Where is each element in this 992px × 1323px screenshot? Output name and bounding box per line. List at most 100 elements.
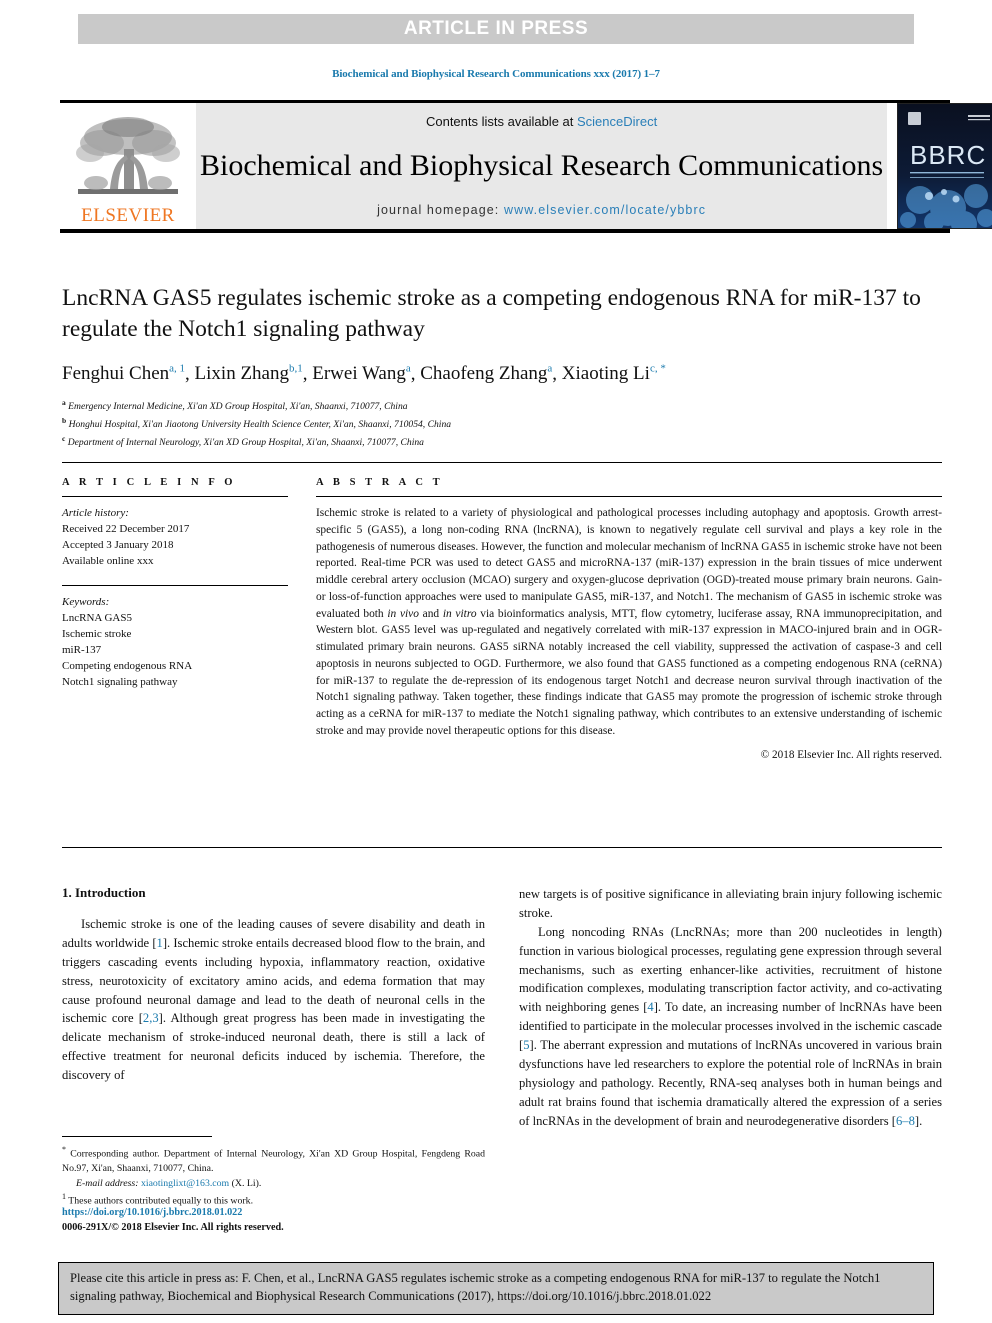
article-info-column: A R T I C L E I N F O Article history: R…: [62, 477, 308, 761]
author-entry: Lixin Zhangb,1: [195, 363, 303, 384]
keyword-item: Notch1 signaling pathway: [62, 676, 178, 689]
journal-cover-thumbnail: BBRC: [897, 103, 992, 229]
affiliation-text: Emergency Internal Medicine, Xi'an XD Gr…: [68, 401, 408, 413]
title-block: LncRNA GAS5 regulates ischemic stroke as…: [62, 283, 942, 450]
elsevier-tree-icon: [76, 117, 180, 194]
author-entry: Chaofeng Zhanga: [420, 363, 552, 384]
intro-right-text-d: ].: [914, 1113, 923, 1128]
author-marks: a: [405, 363, 411, 376]
author-marks: c, *: [649, 363, 666, 376]
body-separator-rule: [62, 847, 942, 848]
contents-lists-line: Contents lists available at ScienceDirec…: [426, 114, 657, 129]
author-marks: b,1: [288, 363, 303, 376]
keywords-label: Keywords:: [62, 596, 110, 609]
body-columns: 1. Introduction Ischemic stroke is one o…: [62, 885, 942, 1131]
elsevier-wordmark: ELSEVIER: [81, 205, 175, 226]
issn-copyright-line: 0006-291X/© 2018 Elsevier Inc. All right…: [62, 1222, 284, 1234]
affiliation-list: a Emergency Internal Medicine, Xi'an XD …: [62, 397, 942, 450]
abstract-part-1: Ischemic stroke is related to a variety …: [316, 507, 942, 620]
intro-paragraph-left: Ischemic stroke is one of the leading ca…: [62, 915, 485, 1085]
article-in-press-banner: ARTICLE IN PRESS: [78, 14, 914, 44]
intro-right-text-c: ]. The aberrant expression and mutations…: [519, 1038, 942, 1128]
footnote-corresponding-text: Corresponding author. Department of Inte…: [62, 1148, 485, 1174]
article-in-press-label: ARTICLE IN PRESS: [403, 18, 589, 39]
email-address-label: E-mail address:: [76, 1177, 139, 1189]
author-name: Xiaoting Li: [561, 363, 650, 385]
keyword-item: LncRNA GAS5: [62, 612, 132, 625]
doi-block: https://doi.org/10.1016/j.bbrc.2018.01.0…: [62, 1205, 502, 1236]
abstract-italic-in-vivo: in vivo: [387, 607, 419, 620]
abstract-rule: [316, 496, 942, 497]
author-entry: Fenghui Chena, 1: [62, 363, 185, 384]
author-name: Chaofeng Zhang: [420, 363, 548, 385]
abstract-label: A B S T R A C T: [316, 477, 444, 488]
sciencedirect-link[interactable]: ScienceDirect: [577, 114, 657, 129]
bbrc-cover-art: BBRC: [898, 104, 992, 228]
affiliation-text: Department of Internal Neurology, Xi'an …: [67, 436, 424, 448]
section-heading-introduction: 1. Introduction: [62, 885, 146, 900]
abstract-copyright: © 2018 Elsevier Inc. All rights reserved…: [760, 748, 942, 761]
affiliation-item: c Department of Internal Neurology, Xi'a…: [62, 433, 942, 451]
article-info-label: A R T I C L E I N F O: [62, 477, 237, 488]
body-column-left: 1. Introduction Ischemic stroke is one o…: [62, 885, 485, 1131]
affiliation-item: b Honghui Hospital, Xi'an Jiaotong Unive…: [62, 415, 942, 433]
article-history-label: Article history:: [62, 507, 129, 519]
keyword-item: Ischemic stroke: [62, 628, 132, 641]
masthead-center: Contents lists available at ScienceDirec…: [196, 103, 888, 229]
intro-paragraph-lncrna: Long noncoding RNAs (LncRNAs; more than …: [519, 923, 942, 1131]
keywords-rule: [62, 585, 288, 587]
elsevier-logo: ELSEVIER: [60, 103, 196, 229]
affiliation-mark: a: [62, 398, 66, 408]
article-history-item: Received 22 December 2017: [62, 523, 190, 536]
contents-lists-prefix: Contents lists available at: [425, 114, 577, 129]
affiliation-mark: b: [62, 415, 67, 425]
citation-ref-2-3[interactable]: 2,3: [143, 1011, 159, 1025]
email-address-suffix: (X. Li).: [231, 1177, 262, 1189]
keyword-item: Competing endogenous RNA: [62, 660, 193, 673]
footnote-mark-one: 1: [62, 1192, 66, 1202]
journal-homepage-line: journal homepage: www.elsevier.com/locat…: [377, 203, 706, 217]
svg-text:BBRC: BBRC: [910, 140, 986, 170]
page-title: LncRNA GAS5 regulates ischemic stroke as…: [62, 285, 921, 343]
article-history-item: Accepted 3 January 2018: [62, 539, 174, 552]
author-marks: a: [547, 363, 553, 376]
journal-masthead: ELSEVIER Contents lists available at Sci…: [60, 100, 992, 233]
citation-ref-6-8[interactable]: 6–8: [896, 1114, 915, 1128]
author-name: Erwei Wang: [312, 363, 406, 385]
footnote-email: E-mail address: xiaotinglixt@163.com (X.…: [62, 1177, 485, 1192]
footnotes-block: * Corresponding author. Department of In…: [62, 1136, 485, 1209]
abstract-part-3: via bioinformatics analysis, MTT, flow c…: [316, 607, 942, 737]
keyword-item: miR-137: [62, 644, 102, 657]
doi-link[interactable]: https://doi.org/10.1016/j.bbrc.2018.01.0…: [62, 1205, 502, 1220]
author-name: Fenghui Chen: [62, 363, 170, 385]
article-history-item: Available online xxx: [62, 555, 154, 568]
author-name: Lixin Zhang: [194, 363, 289, 385]
running-head: Biochemical and Biophysical Research Com…: [332, 68, 660, 80]
body-column-right: new targets is of positive significance …: [519, 885, 942, 1131]
please-cite-text: Please cite this article in press as: F.…: [70, 1271, 881, 1303]
author-marks: a, 1: [169, 363, 186, 376]
footnote-mark-star: *: [62, 1145, 66, 1154]
footnote-rule: [62, 1136, 212, 1137]
keywords-group: Keywords: LncRNA GAS5 Ischemic stroke mi…: [62, 594, 288, 690]
intro-paragraph-right-continued: new targets is of positive significance …: [519, 887, 942, 920]
affiliation-text: Honghui Hospital, Xi'an Jiaotong Univers…: [68, 419, 452, 430]
affiliation-item: a Emergency Internal Medicine, Xi'an XD …: [62, 397, 942, 415]
author-entry: Erwei Wanga: [312, 363, 411, 384]
journal-homepage-prefix: journal homepage:: [377, 203, 504, 217]
journal-title: Biochemical and Biophysical Research Com…: [200, 149, 884, 183]
info-abstract-section: A R T I C L E I N F O Article history: R…: [62, 462, 942, 761]
please-cite-box: Please cite this article in press as: F.…: [58, 1262, 934, 1315]
article-history-group: Article history: Received 22 December 20…: [62, 505, 288, 569]
abstract-column: A B S T R A C T Ischemic stroke is relat…: [308, 477, 942, 761]
affiliation-mark: c: [62, 433, 66, 443]
abstract-text: Ischemic stroke is related to a variety …: [316, 505, 942, 740]
journal-homepage-link[interactable]: www.elsevier.com/locate/ybbrc: [504, 203, 706, 217]
author-list: Fenghui Chena, 1, Lixin Zhangb,1, Erwei …: [62, 363, 666, 385]
email-address-link[interactable]: xiaotinglixt@163.com: [141, 1178, 229, 1189]
abstract-part-2: and: [418, 607, 443, 620]
paper-page: ARTICLE IN PRESS Biochemical and Biophys…: [0, 0, 992, 1323]
footnote-corresponding-author: * Corresponding author. Department of In…: [62, 1144, 485, 1177]
article-info-rule: [62, 496, 288, 497]
